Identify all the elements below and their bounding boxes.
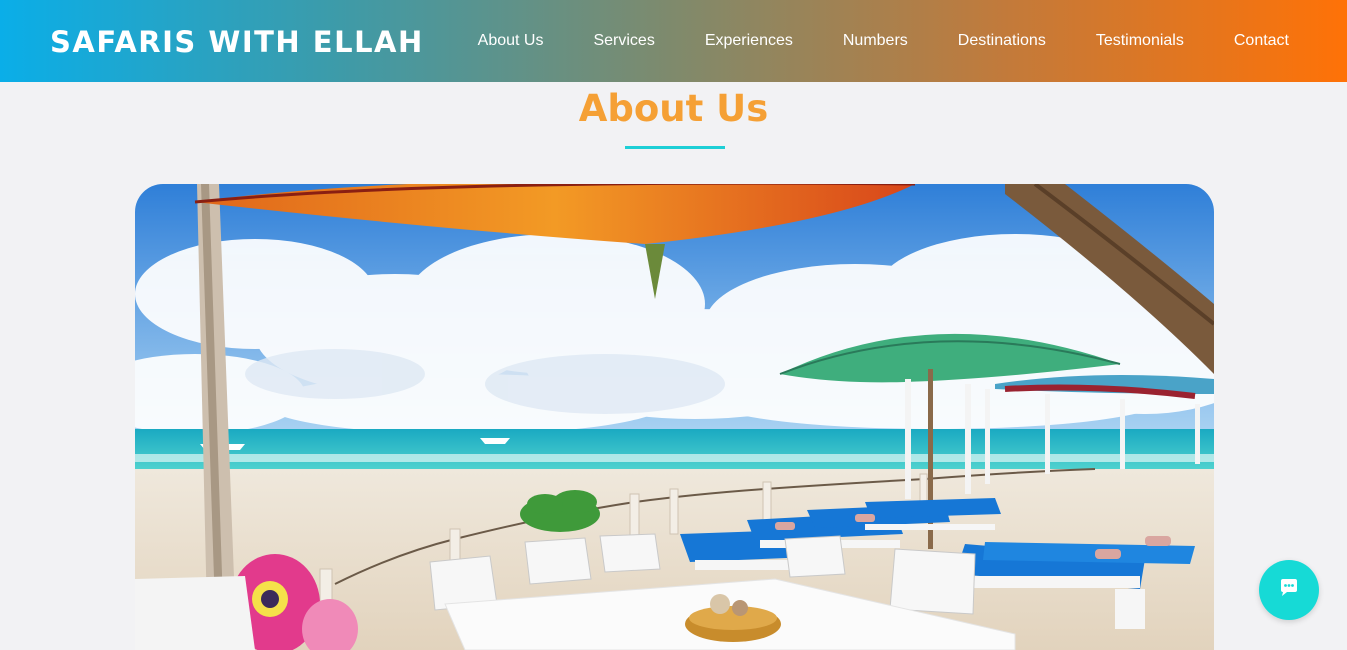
- nav-link-contact[interactable]: Contact: [1234, 32, 1289, 50]
- beach-scene-illustration: [135, 184, 1214, 650]
- chat-button[interactable]: [1259, 560, 1319, 620]
- title-underline: [625, 146, 725, 149]
- brand-logo-text[interactable]: SAFARIS WITH ELLAH: [50, 24, 424, 60]
- nav-link-destinations[interactable]: Destinations: [958, 32, 1046, 50]
- about-hero-image: [135, 184, 1214, 650]
- main-nav: About Us Services Experiences Numbers De…: [478, 0, 1289, 82]
- nav-link-numbers[interactable]: Numbers: [843, 32, 908, 50]
- nav-link-experiences[interactable]: Experiences: [705, 32, 793, 50]
- chat-bubble-icon: [1279, 578, 1299, 602]
- nav-link-testimonials[interactable]: Testimonials: [1096, 32, 1184, 50]
- site-header: SAFARIS WITH ELLAH About Us Services Exp…: [0, 0, 1347, 82]
- about-section-title: About Us: [578, 87, 769, 130]
- nav-link-services[interactable]: Services: [593, 32, 654, 50]
- nav-link-about-us[interactable]: About Us: [478, 32, 544, 50]
